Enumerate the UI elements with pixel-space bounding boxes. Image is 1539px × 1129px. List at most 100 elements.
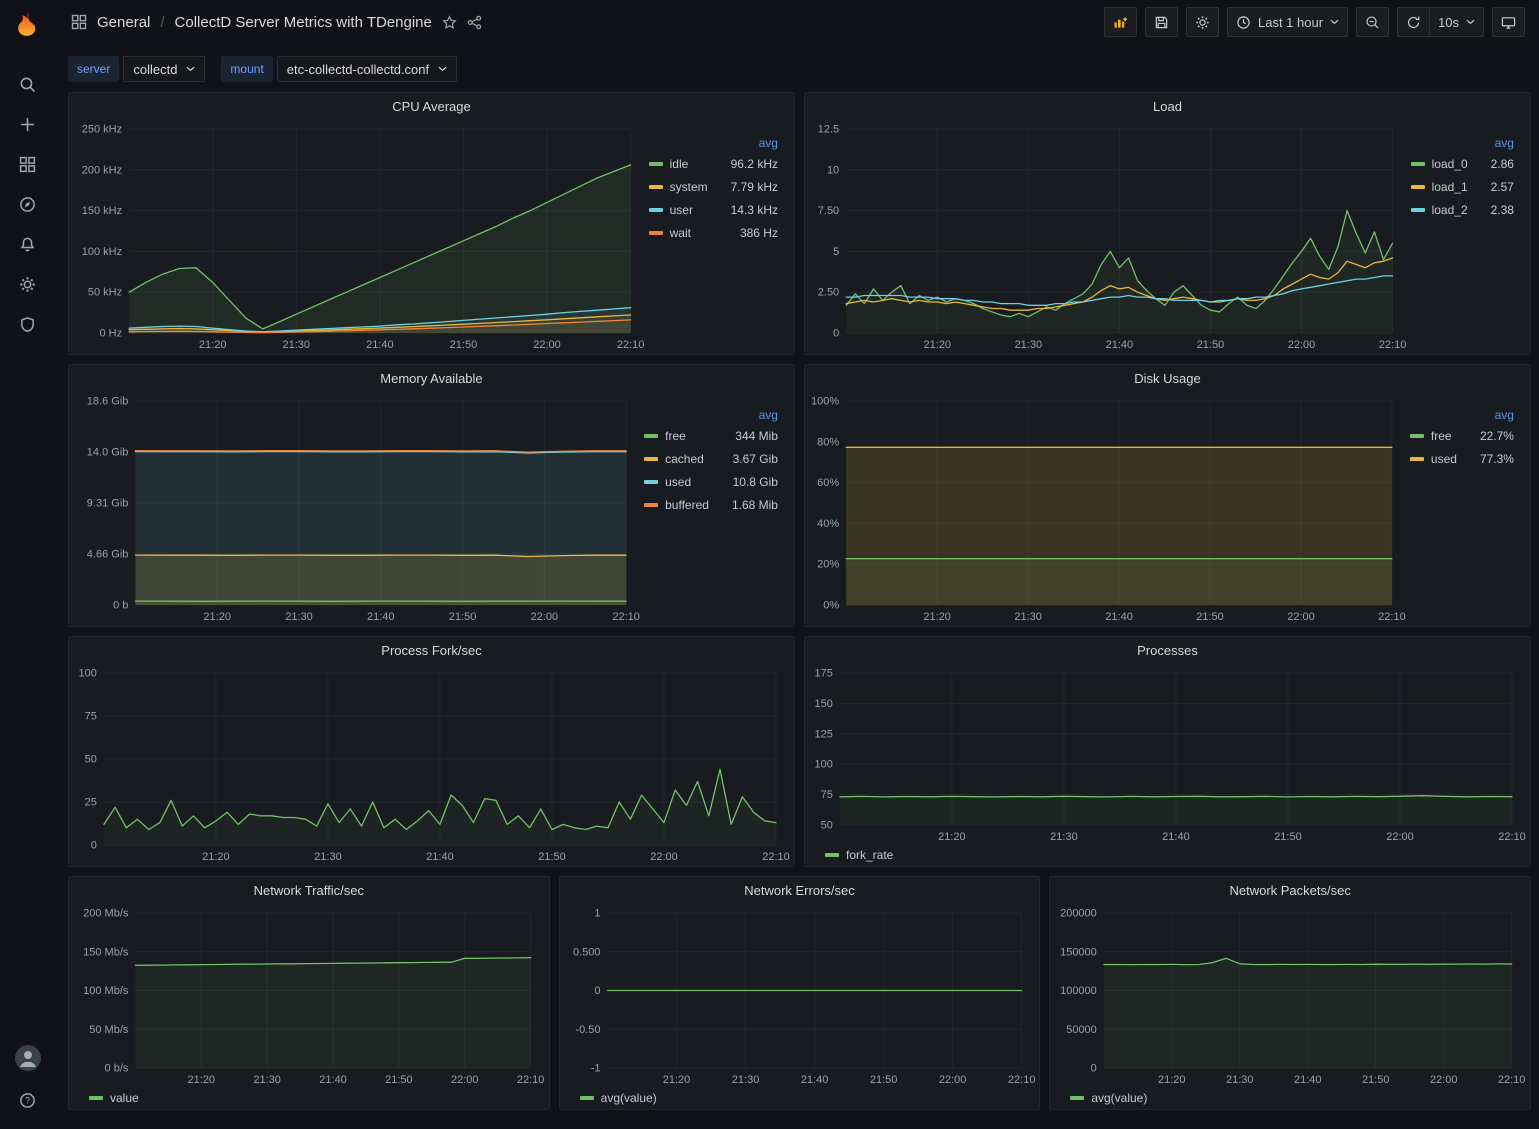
panel-title-text: Processes — [1137, 643, 1198, 658]
time-range-label: Last 1 hour — [1258, 15, 1323, 30]
variable-mount-dropdown[interactable]: etc-collectd-collectd.conf — [277, 56, 457, 82]
network-errors-chart[interactable]: -1-0.5000.500121:2021:3021:4021:5022:002… — [562, 904, 1034, 1088]
legend-item-load_1[interactable]: load_12.57 — [1411, 175, 1514, 198]
star-icon[interactable] — [442, 15, 457, 30]
panel-title[interactable]: Network Packets/sec — [1050, 877, 1530, 904]
legend-item-wait[interactable]: wait386 Hz — [649, 221, 778, 244]
series-value: 14.3 kHz — [715, 203, 778, 217]
legend-item-free[interactable]: free22.7% — [1410, 424, 1514, 447]
breadcrumb-section[interactable]: General — [97, 14, 150, 31]
svg-text:0: 0 — [833, 328, 839, 340]
dashboard-title[interactable]: CollectD Server Metrics with TDengine — [175, 14, 432, 31]
variable-mount-value: etc-collectd-collectd.conf — [287, 62, 429, 77]
legend-item-buffered[interactable]: buffered1.68 Mib — [644, 493, 778, 516]
refresh-button[interactable] — [1397, 7, 1430, 37]
svg-text:21:40: 21:40 — [319, 1074, 347, 1086]
dashboard-settings-gear-icon[interactable] — [1186, 7, 1219, 37]
panel-title[interactable]: Process Fork/sec — [69, 637, 794, 664]
svg-text:21:20: 21:20 — [938, 831, 966, 843]
panel-title[interactable]: Processes — [805, 637, 1530, 664]
legend-item-user[interactable]: user14.3 kHz — [649, 198, 778, 221]
svg-text:150: 150 — [815, 698, 833, 710]
add-panel-button[interactable] — [1104, 7, 1137, 37]
kiosk-tv-button[interactable] — [1492, 7, 1525, 37]
zoom-out-button[interactable] — [1356, 7, 1389, 37]
variable-server-dropdown[interactable]: collectd — [123, 56, 205, 82]
chevron-down-icon — [186, 66, 195, 72]
memory-available-chart[interactable]: 0 b4.66 Gib9.31 Gib14.0 Gib18.6 Gib21:20… — [71, 392, 638, 625]
series-value: 2.38 — [1475, 203, 1514, 217]
panel-title[interactable]: Memory Available — [69, 365, 794, 392]
network-packets-chart[interactable]: 05000010000015000020000021:2021:3021:402… — [1052, 904, 1524, 1088]
panel-title[interactable]: Load — [805, 93, 1530, 120]
legend-item-system[interactable]: system7.79 kHz — [649, 175, 778, 198]
legend-item-value[interactable]: value — [89, 1088, 139, 1108]
panel-title[interactable]: Network Traffic/sec — [69, 877, 549, 904]
series-color-dash — [1411, 185, 1425, 189]
panel-disk-usage: Disk Usage 0%20%40%60%80%100%21:2021:302… — [804, 364, 1531, 627]
panel-title[interactable]: Network Errors/sec — [560, 877, 1040, 904]
cpu-average-chart[interactable]: 0 Hz50 kHz100 kHz150 kHz200 kHz250 kHz21… — [71, 120, 643, 353]
legend-avg-header: avg — [644, 408, 778, 424]
svg-text:21:20: 21:20 — [662, 1074, 690, 1086]
legend-item-free[interactable]: free344 Mib — [644, 424, 778, 447]
panel-network-packets: Network Packets/sec 05000010000015000020… — [1049, 876, 1531, 1110]
svg-text:21:40: 21:40 — [1105, 611, 1133, 623]
create-plus-icon[interactable] — [9, 109, 47, 139]
alerting-bell-icon[interactable] — [9, 229, 47, 259]
legend-item-avg(value)[interactable]: avg(value) — [580, 1088, 657, 1108]
svg-text:22:00: 22:00 — [533, 339, 561, 351]
svg-text:21:40: 21:40 — [1162, 831, 1190, 843]
svg-text:125: 125 — [815, 728, 833, 740]
svg-text:150000: 150000 — [1060, 946, 1097, 958]
explore-compass-icon[interactable] — [9, 189, 47, 219]
dashboards-grid-icon[interactable] — [9, 149, 47, 179]
legend-item-cached[interactable]: cached3.67 Gib — [644, 447, 778, 470]
series-color-dash — [644, 457, 658, 461]
search-icon[interactable] — [9, 69, 47, 99]
svg-text:21:30: 21:30 — [283, 339, 311, 351]
disk-usage-chart[interactable]: 0%20%40%60%80%100%21:2021:3021:4021:5022… — [807, 392, 1404, 625]
network-traffic-chart[interactable]: 0 b/s50 Mb/s100 Mb/s150 Mb/s200 Mb/s21:2… — [71, 904, 543, 1088]
panel-title-text: Load — [1153, 99, 1182, 114]
legend-item-avg(value)[interactable]: avg(value) — [1070, 1088, 1147, 1108]
admin-shield-icon[interactable] — [9, 309, 47, 339]
series-color-dash — [644, 480, 658, 484]
configuration-gear-icon[interactable] — [9, 269, 47, 299]
svg-text:0 Hz: 0 Hz — [99, 328, 122, 340]
svg-text:150 Mb/s: 150 Mb/s — [83, 946, 129, 958]
svg-text:0.500: 0.500 — [573, 946, 601, 958]
legend-item-used[interactable]: used77.3% — [1410, 447, 1514, 470]
user-avatar[interactable] — [15, 1045, 41, 1071]
legend-item-used[interactable]: used10.8 Gib — [644, 470, 778, 493]
svg-text:22:10: 22:10 — [762, 851, 790, 863]
panel-title[interactable]: CPU Average — [69, 93, 794, 120]
series-color-dash — [1070, 1096, 1084, 1100]
svg-text:100000: 100000 — [1060, 985, 1097, 997]
time-range-picker[interactable]: Last 1 hour — [1227, 7, 1348, 37]
help-icon[interactable]: ? — [9, 1085, 47, 1115]
breadcrumb-separator: / — [160, 14, 164, 31]
grafana-logo[interactable] — [11, 9, 45, 43]
legend-item-idle[interactable]: idle96.2 kHz — [649, 152, 778, 175]
processes-chart[interactable]: 507510012515017521:2021:3021:4021:5022:0… — [807, 664, 1524, 845]
svg-text:22:10: 22:10 — [1378, 611, 1406, 623]
svg-text:1: 1 — [594, 908, 600, 920]
svg-text:0 b: 0 b — [113, 600, 128, 612]
dashboard-grid-icon[interactable] — [71, 14, 87, 30]
load-chart[interactable]: 02.5057.501012.521:2021:3021:4021:5022:0… — [807, 120, 1405, 353]
refresh-interval-picker[interactable]: 10s — [1430, 7, 1484, 37]
series-name: used — [1431, 452, 1457, 466]
panel-load: Load 02.5057.501012.521:2021:3021:4021:5… — [804, 92, 1531, 355]
legend-item-load_2[interactable]: load_22.38 — [1411, 198, 1514, 221]
svg-text:-0.50: -0.50 — [575, 1024, 600, 1036]
series-value: 2.57 — [1475, 180, 1514, 194]
processes-legend: fork_rate — [807, 845, 1524, 865]
panel-title[interactable]: Disk Usage — [805, 365, 1530, 392]
process-fork-chart[interactable]: 025507510021:2021:3021:4021:5022:0022:10 — [71, 664, 788, 865]
share-icon[interactable] — [467, 15, 482, 30]
legend-item-fork_rate[interactable]: fork_rate — [825, 845, 893, 865]
svg-text:21:30: 21:30 — [1050, 831, 1078, 843]
legend-item-load_0[interactable]: load_02.86 — [1411, 152, 1514, 175]
save-dashboard-button[interactable] — [1145, 7, 1178, 37]
